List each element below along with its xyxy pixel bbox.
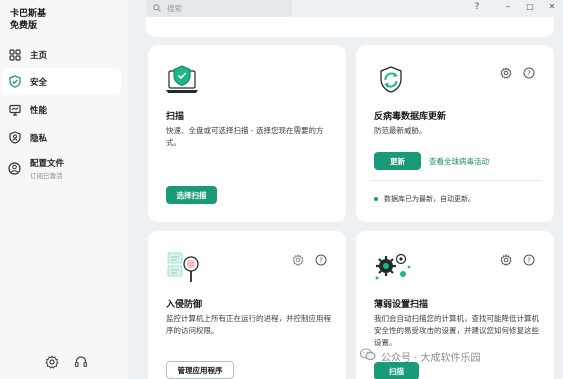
sidebar-item-profile[interactable]: 配置文件 订阅已激活 <box>2 152 121 184</box>
subscription-status: 订阅已激活 <box>30 171 63 180</box>
scan-card: 扫描 快速、全盘或可选择扫描 - 选择您现在需要的方式。 选择扫描 <box>148 45 346 222</box>
profile-text: 配置文件 订阅已激活 <box>30 157 64 180</box>
app-brand: 卡巴斯基 免费版 <box>10 8 46 32</box>
update-button[interactable]: 更新 <box>374 152 421 170</box>
sidebar: 卡巴斯基 免费版 主页 安全 性能 隐私 配置文件 订阅已激活 <box>0 0 128 379</box>
monitor-icon <box>8 103 21 116</box>
svg-text:?: ? <box>527 70 531 78</box>
maximize-button[interactable]: □ <box>524 2 536 11</box>
gears-settings-icon <box>372 249 412 287</box>
help-circle-icon[interactable]: ? <box>523 251 535 266</box>
choose-scan-button[interactable]: 选择扫描 <box>166 186 217 204</box>
scan-title: 扫描 <box>166 112 185 122</box>
sidebar-item-label: 隐私 <box>30 133 48 144</box>
headset-support-icon[interactable] <box>74 354 88 368</box>
database-update-card: ? 反病毒数据库更新 防范最新威胁。 更新 查看全球病毒活动 数据库已为最新，自… <box>356 45 554 222</box>
search-input[interactable]: 搜索 <box>146 0 292 17</box>
scan-button[interactable]: 扫描 <box>374 362 419 379</box>
intrusion-prevention-description: 监控计算机上所有正在运行的进程，并控制应用程序的访问权限。 <box>166 314 331 335</box>
database-update-description: 防范最新威胁。 <box>374 126 427 135</box>
settings-gear-icon[interactable] <box>500 251 512 266</box>
settings-gear-icon[interactable] <box>45 354 59 369</box>
magnifier-apps-icon <box>166 247 204 289</box>
help-button[interactable]: ? <box>471 2 483 12</box>
laptop-shield-icon <box>165 63 199 99</box>
sidebar-item-label: 性能 <box>30 105 48 116</box>
database-status: 数据库已为最新，自动更新。 <box>374 194 475 204</box>
scan-description: 快速、全盘或可选择扫描 - 选择您现在需要的方式。 <box>166 126 324 147</box>
sidebar-item-label: 配置文件 <box>30 158 65 169</box>
database-update-title: 反病毒数据库更新 <box>374 112 447 122</box>
settings-gear-icon[interactable] <box>292 251 304 266</box>
privacy-shield-icon <box>8 131 21 144</box>
wechat-icon <box>359 348 376 364</box>
sidebar-item-label: 安全 <box>30 77 48 88</box>
shield-refresh-icon <box>374 63 408 101</box>
database-status-text: 数据库已为最新，自动更新。 <box>384 195 475 203</box>
card-divider <box>370 180 540 181</box>
grid-icon <box>8 48 21 61</box>
help-circle-icon[interactable]: ? <box>523 64 535 79</box>
search-icon <box>153 3 161 14</box>
intrusion-prevention-title: 入侵防御 <box>166 300 203 310</box>
brand-name: 卡巴斯基 <box>10 9 47 19</box>
svg-text:?: ? <box>527 257 531 265</box>
intrusion-prevention-card: ? 入侵防御 监控计算机上所有正在运行的进程，并控制应用程序的访问权限。 管理应… <box>148 231 346 379</box>
user-profile-icon <box>8 161 21 175</box>
global-virus-activity-link[interactable]: 查看全球病毒活动 <box>429 156 489 167</box>
settings-gear-icon[interactable] <box>500 64 512 79</box>
watermark-text: 公众号 · 大成软件乐园 <box>381 352 481 364</box>
sidebar-item-security[interactable]: 安全 <box>2 68 121 95</box>
watermark: 公众号 · 大成软件乐园 <box>359 348 481 364</box>
close-button[interactable]: ✕ <box>546 2 558 11</box>
top-card-remnant <box>146 17 554 37</box>
minimize-button[interactable]: – <box>502 2 514 12</box>
help-circle-icon[interactable]: ? <box>315 251 327 266</box>
sidebar-item-privacy[interactable]: 隐私 <box>2 124 121 151</box>
sidebar-item-label: 主页 <box>30 50 48 61</box>
status-dot <box>374 197 378 201</box>
search-placeholder: 搜索 <box>167 4 182 13</box>
svg-text:?: ? <box>319 257 323 265</box>
sidebar-item-performance[interactable]: 性能 <box>2 96 121 123</box>
vulnerable-settings-title: 薄弱设置扫描 <box>374 300 429 310</box>
vulnerable-settings-description: 我们会自动扫描您的计算机，查找可能降低计算机安全性的易受攻击的设置，并建议您如何… <box>374 314 539 347</box>
shield-check-icon <box>8 75 21 88</box>
manage-applications-button[interactable]: 管理应用程序 <box>166 361 234 379</box>
brand-edition: 免费版 <box>10 21 38 31</box>
sidebar-item-home[interactable]: 主页 <box>2 41 121 68</box>
